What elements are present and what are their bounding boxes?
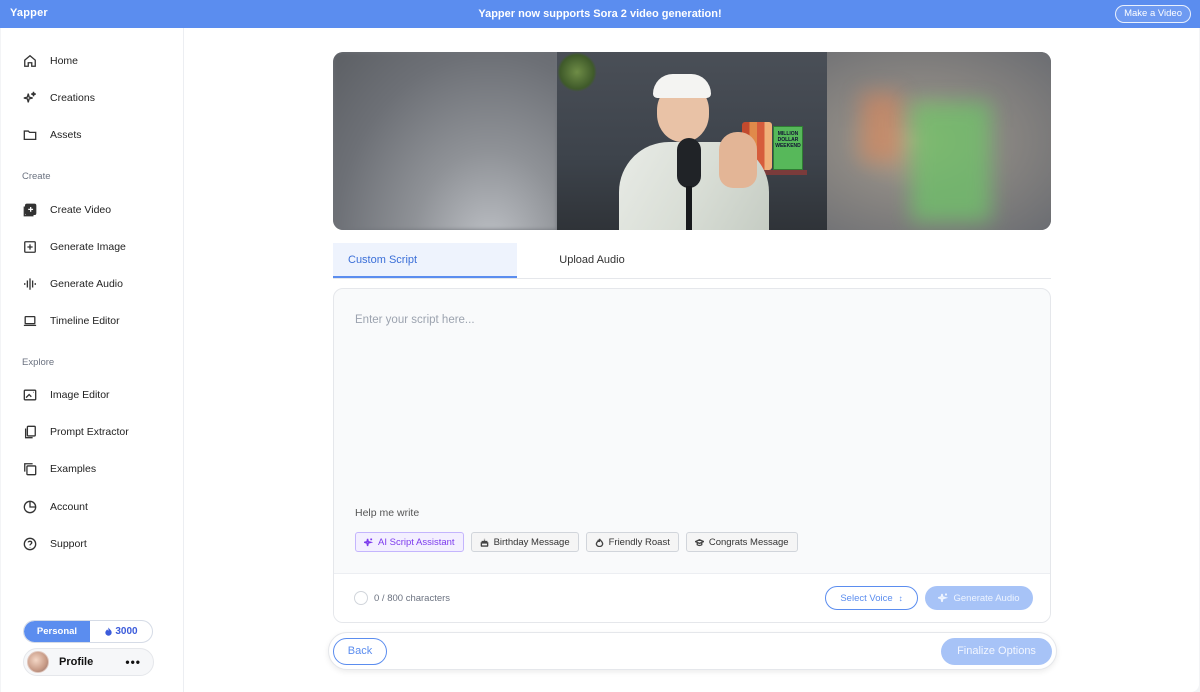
sidebar-item-generate-image[interactable]: Generate Image (23, 237, 126, 257)
cake-icon (480, 538, 488, 547)
microphone-shape (677, 138, 701, 188)
microphone-stand (686, 186, 692, 230)
help-circle-icon (23, 537, 37, 551)
sidebar-item-label: Account (50, 501, 88, 513)
ai-script-assistant-chip[interactable]: AI Script Assistant (355, 532, 464, 552)
book-shape: MILLION DOLLAR WEEKEND (773, 126, 803, 170)
script-editor[interactable]: Enter your script here... Help me write … (333, 288, 1051, 623)
credits-badge[interactable]: 3000 (90, 621, 152, 642)
folder-icon (23, 128, 37, 142)
sidebar-item-generate-audio[interactable]: Generate Audio (23, 274, 123, 294)
sidebar-item-create-video[interactable]: Create Video (23, 200, 111, 220)
preview-blur-accent (861, 92, 901, 162)
sidebar-item-label: Assets (50, 129, 82, 141)
sidebar-item-image-editor[interactable]: Image Editor (23, 385, 110, 405)
sidebar-item-support[interactable]: Support (23, 534, 87, 554)
sidebar-item-account[interactable]: Account (23, 497, 88, 517)
preview-blur-accent (911, 102, 991, 222)
editor-footer: 0 / 800 characters Select Voice ↕ Genera… (334, 573, 1050, 622)
sidebar-item-assets[interactable]: Assets (23, 125, 82, 145)
avatar (27, 651, 49, 673)
add-video-icon (23, 203, 37, 217)
credits-count: 3000 (115, 626, 138, 637)
preview-blur-left (333, 52, 557, 230)
more-options-icon[interactable]: ••• (125, 655, 141, 669)
script-input[interactable]: Enter your script here... (355, 314, 475, 326)
audio-wave-icon (23, 277, 37, 291)
sidebar-item-label: Support (50, 538, 87, 550)
section-label-create: Create (22, 171, 51, 182)
chip-label: Friendly Roast (608, 536, 670, 548)
plan-personal-button[interactable]: Personal (24, 621, 90, 642)
person-cap (653, 74, 711, 98)
sidebar-item-label: Timeline Editor (50, 315, 120, 327)
section-label-explore: Explore (22, 357, 55, 368)
help-me-write-label: Help me write (355, 507, 420, 519)
friendly-roast-chip[interactable]: Friendly Roast (585, 532, 679, 552)
sidebar-item-home[interactable]: Home (23, 51, 78, 71)
character-count: 0 / 800 characters (374, 593, 451, 604)
sidebar-item-creations[interactable]: Creations (23, 88, 95, 108)
chip-label: AI Script Assistant (378, 536, 455, 548)
sidebar-item-timeline-editor[interactable]: Timeline Editor (23, 311, 120, 331)
book-title: MILLION DOLLAR WEEKEND (775, 131, 801, 149)
sparkles-icon (23, 91, 37, 105)
script-tabs: Custom Script Upload Audio (333, 243, 1051, 279)
announcement-bar: Yapper Yapper now supports Sora 2 video … (0, 0, 1200, 28)
stack-icon (23, 462, 37, 476)
video-preview: MILLION DOLLAR WEEKEND (333, 52, 1051, 230)
sparkles-icon (938, 593, 949, 602)
make-video-button[interactable]: Make a Video (1115, 5, 1191, 23)
announcement-text: Yapper now supports Sora 2 video generat… (478, 8, 722, 20)
writing-suggestions: AI Script Assistant Birthday Message Fri… (355, 532, 798, 552)
select-voice-button[interactable]: Select Voice ↕ (825, 586, 918, 610)
sidebar-item-label: Examples (50, 463, 97, 475)
image-plus-icon (23, 240, 37, 254)
profile-button[interactable]: Profile ••• (23, 648, 154, 676)
sidebar-item-prompt-extractor[interactable]: Prompt Extractor (23, 422, 129, 442)
sidebar-item-label: Image Editor (50, 389, 110, 401)
sparkles-icon (364, 537, 373, 546)
chevron-up-down-icon: ↕ (898, 593, 903, 603)
tab-custom-script[interactable]: Custom Script (333, 243, 517, 278)
select-voice-label: Select Voice (840, 592, 893, 604)
copy-icon (23, 425, 37, 439)
sidebar-item-label: Generate Audio (50, 278, 123, 290)
action-bar: Back Finalize Options (328, 632, 1057, 670)
flame-outline-icon (595, 538, 603, 547)
sidebar-item-label: Create Video (50, 204, 112, 216)
preview-video-frame[interactable]: MILLION DOLLAR WEEKEND (557, 52, 827, 230)
flame-icon (105, 627, 113, 636)
sidebar-item-label: Creations (50, 92, 95, 104)
back-button[interactable]: Back (333, 638, 387, 665)
sidebar-item-examples[interactable]: Examples (23, 459, 96, 479)
image-icon (23, 388, 37, 402)
graduation-cap-icon (694, 538, 704, 546)
sidebar-item-label: Home (50, 55, 79, 67)
sidebar: Home Creations Assets Create Create Vide… (1, 28, 184, 692)
generate-audio-label: Generate Audio (953, 592, 1020, 604)
tab-upload-audio[interactable]: Upload Audio (517, 243, 667, 278)
finalize-options-button[interactable]: Finalize Options (941, 638, 1052, 665)
character-progress-ring (354, 591, 368, 605)
home-icon (23, 54, 37, 68)
plant-shape (557, 52, 597, 92)
app-shell: Home Creations Assets Create Create Vide… (1, 28, 1199, 692)
congrats-message-chip[interactable]: Congrats Message (685, 532, 798, 552)
laptop-icon (23, 314, 37, 328)
chip-label: Birthday Message (493, 536, 570, 548)
generate-audio-button[interactable]: Generate Audio (925, 586, 1033, 610)
profile-name: Profile (59, 656, 94, 668)
person-hand (719, 132, 757, 188)
birthday-message-chip[interactable]: Birthday Message (470, 532, 579, 552)
plan-toggle: Personal 3000 (23, 620, 153, 643)
sidebar-item-label: Generate Image (50, 241, 126, 253)
sidebar-item-label: Prompt Extractor (50, 426, 129, 438)
pie-chart-icon (23, 500, 37, 514)
chip-label: Congrats Message (708, 536, 789, 548)
